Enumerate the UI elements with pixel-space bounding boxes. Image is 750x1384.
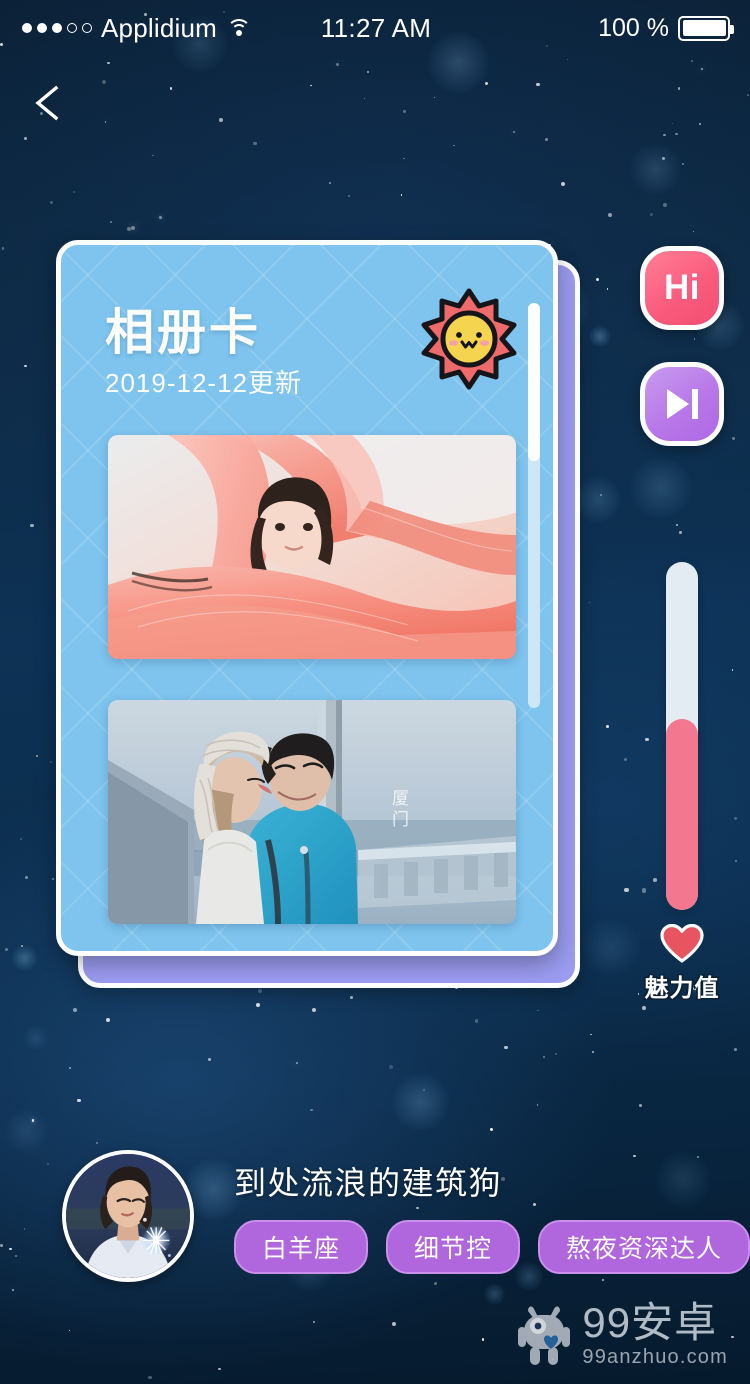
wifi-icon — [226, 18, 252, 38]
watermark-title: 99安卓 — [582, 1299, 718, 1346]
app-screen: Applidium 11:27 AM 100 % 相册卡 2019-12-12更… — [0, 0, 750, 1384]
card-scrollbar-thumb[interactable] — [528, 303, 540, 461]
watermark-text: 99安卓 99anzhuo.com — [582, 1302, 728, 1370]
watermark-url: 99anzhuo.com — [582, 1346, 728, 1368]
album-photo-item[interactable]: 厦门 — [108, 700, 516, 924]
carrier-label: Applidium — [101, 12, 217, 43]
profile-name: 到处流浪的建筑狗 — [234, 1165, 503, 1201]
status-bar: Applidium 11:27 AM 100 % — [0, 0, 750, 56]
battery-percent-label: 100 % — [598, 13, 670, 42]
card-scrollbar-track[interactable] — [528, 303, 540, 708]
card-title: 相册卡 — [105, 306, 262, 360]
profile-tags: 白羊座 细节控 熬夜资深达人 — [234, 1220, 750, 1274]
hi-button-label: Hi — [664, 268, 700, 307]
charm-progress-fill — [666, 718, 698, 910]
heart-icon — [660, 924, 704, 964]
sun-face-icon — [417, 287, 521, 391]
album-card-stack: 相册卡 2019-12-12更新 厦 门 — [56, 240, 580, 988]
charm-progress-track[interactable] — [666, 562, 698, 910]
charm-label: 魅力值 — [644, 975, 720, 1002]
signal-strength-icon — [22, 23, 92, 33]
side-action-buttons: Hi — [640, 246, 724, 446]
chevron-left-icon — [35, 85, 59, 121]
robot-mascot-icon — [516, 1303, 572, 1369]
card-subtitle: 2019-12-12更新 — [105, 368, 302, 398]
avatar[interactable] — [62, 1150, 194, 1282]
status-bar-left: Applidium — [0, 13, 321, 44]
album-card[interactable]: 相册卡 2019-12-12更新 厦 门 — [56, 240, 558, 956]
profile-tag[interactable]: 白羊座 — [234, 1220, 368, 1274]
skip-next-icon — [667, 389, 698, 419]
album-photo-item[interactable] — [108, 435, 516, 659]
profile-tag[interactable]: 细节控 — [386, 1220, 520, 1274]
photo-location-watermark: 厦门 — [392, 789, 410, 829]
charm-meter: 魅力值 — [645, 562, 719, 1003]
profile-info: 到处流浪的建筑狗 白羊座 细节控 熬夜资深达人 — [234, 1158, 750, 1274]
profile-bar: 到处流浪的建筑狗 白羊座 细节控 熬夜资深达人 — [0, 1146, 750, 1286]
hi-button[interactable]: Hi — [640, 246, 724, 330]
status-bar-clock: 11:27 AM — [320, 12, 432, 43]
back-button[interactable] — [18, 72, 80, 134]
battery-icon — [678, 15, 735, 41]
next-button[interactable] — [640, 362, 724, 446]
status-bar-right: 100 % — [431, 14, 750, 43]
site-watermark: 99安卓 99anzhuo.com — [516, 1302, 728, 1370]
profile-tag[interactable]: 熬夜资深达人 — [538, 1220, 750, 1274]
